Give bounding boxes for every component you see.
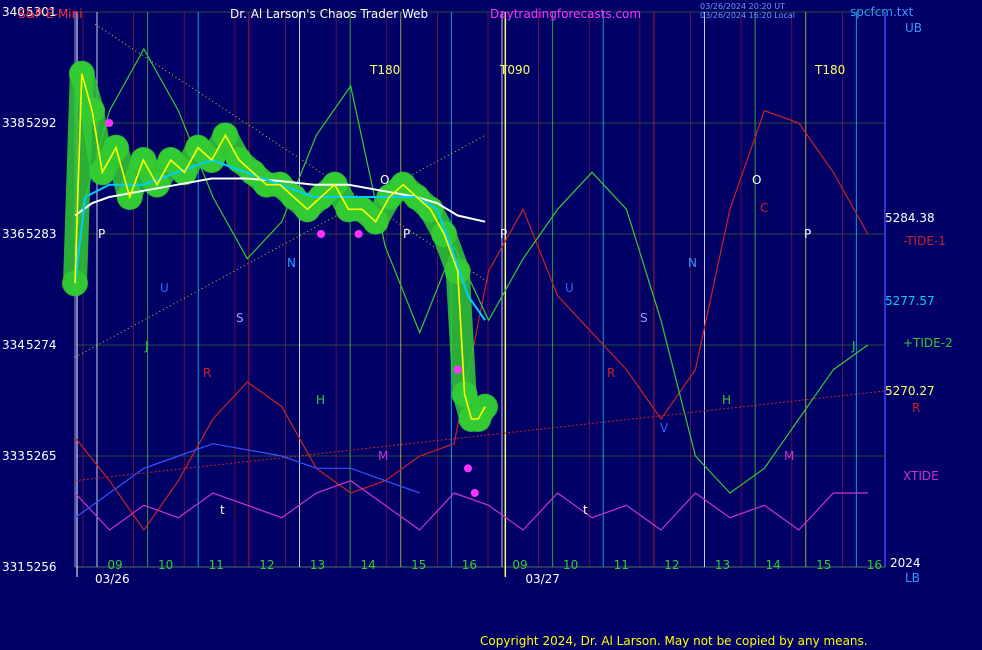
right-label-xtide: XTIDE (903, 469, 939, 483)
cycle-letter: M (378, 449, 388, 463)
year-label: 2024 (890, 556, 921, 570)
cycle-letter: S (236, 311, 244, 325)
x-tick-label: 14 (765, 558, 780, 572)
x-tick-label: 11 (614, 558, 629, 572)
cycle-letter: H (722, 393, 731, 407)
site-link[interactable]: Daytradingforecasts.com (490, 7, 641, 21)
x-tick-label: 10 (158, 558, 173, 572)
magenta-dot (470, 489, 479, 497)
time-marker-label: T090 (499, 63, 530, 77)
cycle-letter: C (760, 201, 768, 215)
cycle-letter: t (583, 503, 588, 517)
timestamp-local: 03/26/2024 16:20 Local (700, 11, 795, 20)
cycle-letter: U (160, 281, 169, 295)
chart-title: Dr. Al Larson's Chaos Trader Web (230, 7, 428, 21)
right-label-ema_fast_last: 5277.57 (885, 294, 935, 308)
right-label-price_last: 5284.38 (885, 211, 935, 225)
ub-label: UB (905, 21, 922, 35)
y-label-a: 336 (2, 227, 25, 241)
magenta-dot (354, 230, 363, 238)
symbol-label: S&P E-Mini (18, 7, 83, 21)
time-marker-label: T180 (369, 63, 400, 77)
cycle-letter: V (660, 421, 669, 435)
lb-label: LB (905, 571, 920, 585)
cycle-letter: S (640, 311, 648, 325)
x-tick-label: 10 (563, 558, 578, 572)
cycle-letter: P (403, 227, 410, 241)
y-label-a: 331 (2, 560, 25, 574)
y-label-b: 5265 (26, 449, 57, 463)
x-tick-label: 12 (664, 558, 679, 572)
y-label-a: 338 (2, 116, 25, 130)
cycle-letter: R (203, 366, 211, 380)
date-label: 03/27 (525, 572, 560, 586)
x-tick-label: 16 (867, 558, 882, 572)
cycle-letter: R (607, 366, 615, 380)
date-label: 03/26 (95, 572, 130, 586)
y-label-a: 334 (2, 338, 25, 352)
timestamp-ut: 03/26/2024 20:20 UT (700, 2, 785, 11)
cycle-letter: P (98, 227, 105, 241)
copyright: Copyright 2024, Dr. Al Larson. May not b… (480, 634, 868, 648)
magenta-dot (463, 464, 472, 473)
x-tick-label: 11 (209, 558, 224, 572)
file-label: spcfcm.txt (850, 5, 914, 19)
cycle-letter: J (851, 339, 856, 353)
cycle-letter: M (784, 449, 794, 463)
y-label-b: 5274 (26, 338, 57, 352)
y-label-b: 5283 (26, 227, 57, 241)
cycle-letter: N (287, 256, 296, 270)
cycle-letter: O (380, 173, 389, 187)
right-label-r_level: 5270.27 (885, 384, 935, 398)
x-tick-label: 09 (512, 558, 527, 572)
y-label-b: 5292 (26, 116, 57, 130)
cycle-letter: P (500, 227, 507, 241)
y-label-b: 5256 (26, 560, 57, 574)
cycle-letter: U (565, 281, 574, 295)
magenta-dot (453, 365, 462, 374)
magenta-dot (317, 230, 326, 238)
right-label-tide1: -TIDE-1 (903, 234, 946, 248)
x-tick-label: 09 (107, 558, 122, 572)
x-tick-label: 14 (360, 558, 375, 572)
cycle-letter: H (316, 393, 325, 407)
cycle-letter: N (688, 256, 697, 270)
cycle-letter: J (144, 339, 149, 353)
cycle-letter: t (220, 503, 225, 517)
x-tick-label: 13 (310, 558, 325, 572)
y-label-a: 333 (2, 449, 25, 463)
x-tick-label: 16 (462, 558, 477, 572)
right-label-r: R (912, 401, 920, 415)
x-tick-label: 15 (816, 558, 831, 572)
x-tick-label: 12 (259, 558, 274, 572)
x-tick-label: 13 (715, 558, 730, 572)
chart: 340 5301338 5292336 5283334 5274333 5265331 52… (0, 0, 982, 650)
cycle-letter: O (752, 173, 761, 187)
x-tick-label: 15 (411, 558, 426, 572)
time-marker-label: T180 (814, 63, 845, 77)
cycle-letter: P (804, 227, 811, 241)
right-label-tide2: +TIDE-2 (903, 336, 953, 350)
magenta-dot (105, 119, 114, 127)
